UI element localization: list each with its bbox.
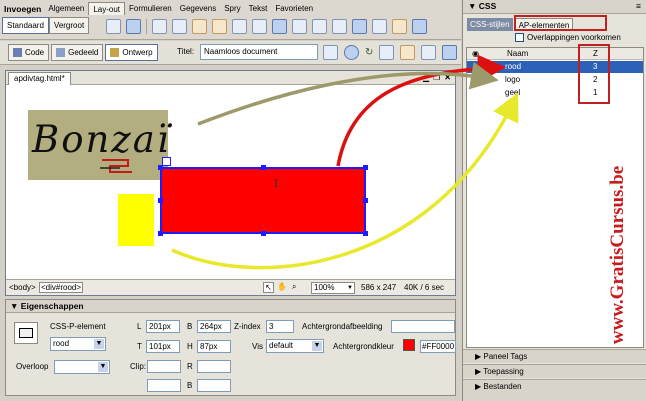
arrow-olive: [197, 61, 499, 126]
arrow-red: [336, 54, 506, 167]
arrow-yellow: [171, 92, 519, 270]
annotation-arrows: [171, 54, 519, 270]
watermark: www.GratisCursus.be: [598, 140, 638, 370]
watermark-text: www.GratisCursus.be: [607, 165, 628, 345]
